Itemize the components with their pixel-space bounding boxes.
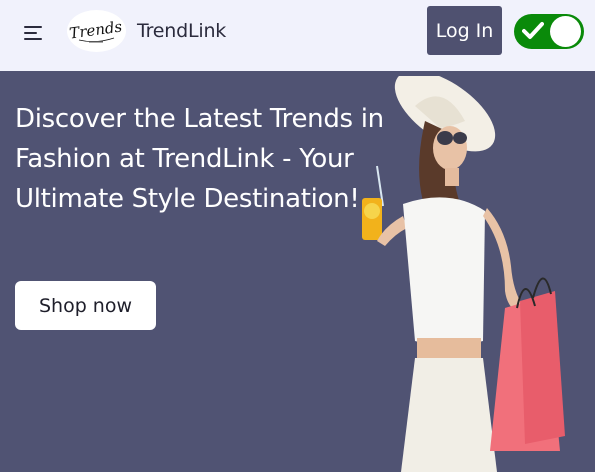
hero-model-image: [362, 76, 565, 472]
brand-logo[interactable]: Trends: [67, 10, 126, 52]
login-button[interactable]: Log In: [427, 6, 502, 55]
menu-icon-line-2: [24, 32, 37, 34]
check-icon: [522, 22, 544, 39]
logo-wordmark: Trends: [68, 17, 123, 42]
hero-title: Discover the Latest Trends in Fashion at…: [15, 104, 384, 214]
brand-name[interactable]: TrendLink: [137, 20, 226, 42]
navbar: Trends TrendLink Log In: [0, 0, 595, 71]
menu-icon-line-3: [24, 38, 42, 40]
hero-section: Discover the Latest Trends in Fashion at…: [0, 71, 595, 472]
shop-now-button[interactable]: Shop now: [15, 281, 156, 330]
theme-toggle[interactable]: [514, 14, 584, 49]
menu-icon-line-1: [24, 26, 42, 28]
trends-logo-icon: Trends: [68, 17, 123, 42]
menu-toggle-button[interactable]: [20, 20, 46, 46]
toggle-knob: [550, 16, 581, 47]
